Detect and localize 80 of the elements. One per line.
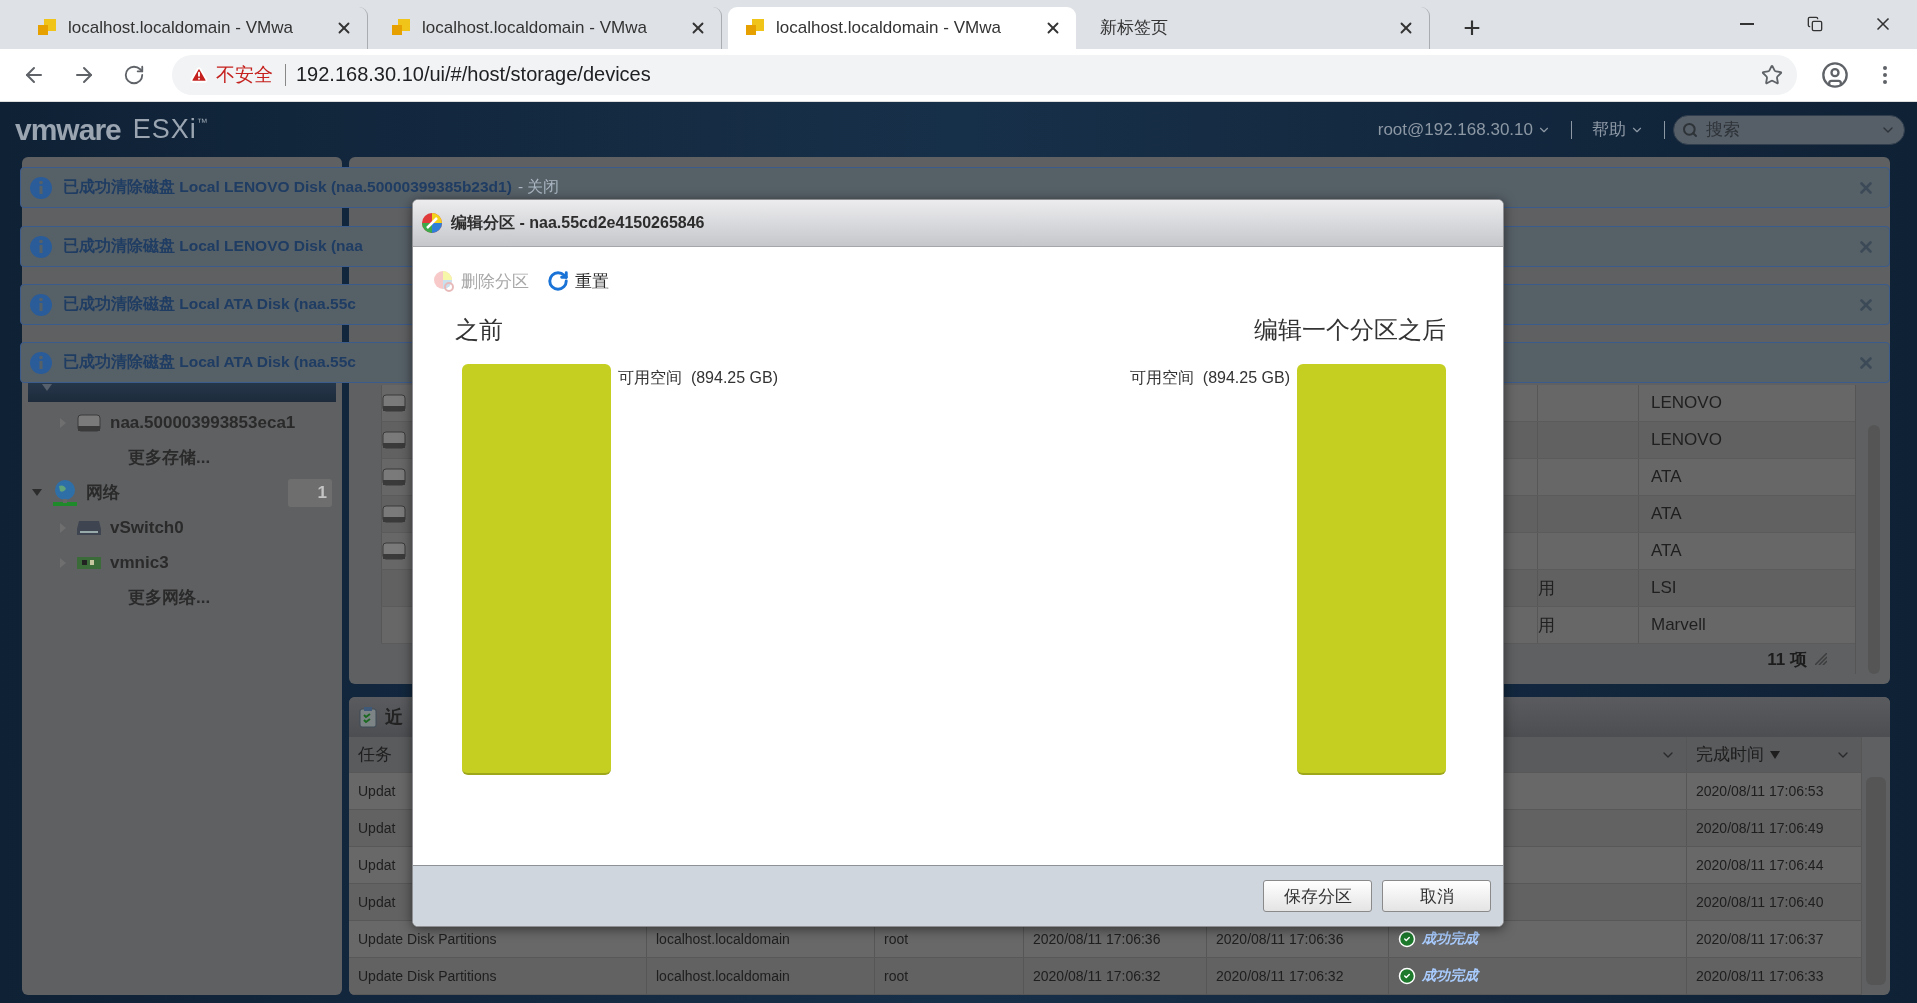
cancel-button[interactable]: 取消 — [1382, 880, 1491, 912]
bookmark-star-icon[interactable] — [1761, 63, 1783, 86]
table-cell: localhost.localdomain — [656, 931, 790, 947]
info-icon — [29, 292, 53, 317]
table-cell: 2020/08/11 17:06:32 — [1033, 968, 1161, 984]
table-cell: ATA — [1638, 496, 1855, 532]
reload-icon — [123, 63, 145, 86]
item-count: 11 项 — [1767, 648, 1807, 671]
close-link[interactable]: - 关闭 — [517, 178, 560, 195]
partition-label: 可用空间 (894.25 GB) — [618, 368, 779, 388]
favicon-icon — [746, 18, 764, 37]
table-cell: 2020/08/11 17:06:33 — [1696, 968, 1824, 984]
table-cell-text: 用 — [1538, 614, 1555, 637]
resize-grip-icon[interactable] — [1815, 653, 1827, 665]
user-icon — [1821, 60, 1849, 89]
table-cell: LENOVO — [1638, 422, 1855, 458]
success-icon — [1398, 967, 1416, 985]
expander-icon[interactable] — [32, 489, 42, 496]
table-cell: localhost.localdomain — [656, 968, 790, 984]
table-cell: Update Disk Partitions — [358, 968, 497, 984]
table-cell: 2020/08/11 17:06:53 — [1696, 783, 1824, 799]
table-cell: Updat — [358, 857, 396, 873]
info-icon — [29, 350, 53, 375]
partition-label: 可用空间 (894.25 GB) — [1129, 368, 1290, 388]
user-menu[interactable]: root@192.168.30.10 — [1357, 120, 1572, 139]
table-cell: Update Disk Partitions — [358, 931, 497, 947]
url-text[interactable]: 192.168.30.10/ui/#/host/storage/devices — [296, 63, 1751, 87]
table-cell: 2020/08/11 17:06:36 — [1033, 931, 1161, 947]
table-cell: Updat — [358, 783, 396, 799]
table-cell: 2020/08/11 17:06:32 — [1216, 968, 1344, 984]
product-name: ESXi — [132, 114, 197, 145]
minimize-icon — [1740, 23, 1754, 26]
menu-icon — [1883, 65, 1887, 84]
switch-icon — [76, 519, 102, 536]
favicon-icon — [392, 18, 410, 37]
info-icon — [29, 175, 53, 200]
reset-button[interactable]: 重置 — [547, 269, 609, 293]
table-cell: 2020/08/11 17:06:37 — [1696, 931, 1824, 947]
help-menu[interactable]: 帮助 — [1572, 120, 1665, 139]
table-cell-text: 用 — [1538, 577, 1555, 600]
trademark: ™ — [196, 116, 208, 128]
count-badge: 1 — [288, 478, 332, 507]
browser-tab[interactable]: localhost.localdomain - VMwa — [728, 6, 1076, 49]
network-card-icon — [76, 554, 102, 571]
globe-icon — [52, 478, 78, 507]
address-bar[interactable]: 不安全 192.168.30.10/ui/#/host/storage/devices — [172, 54, 1797, 95]
search-icon — [1682, 121, 1698, 138]
clipboard-icon — [359, 706, 377, 728]
new-tab-button[interactable]: + — [1450, 6, 1494, 49]
table-cell: 2020/08/11 17:06:36 — [1216, 931, 1344, 947]
table-cell: Updat — [358, 820, 396, 836]
status-text: 成功完成 — [1422, 930, 1478, 948]
table-cell: 2020/08/11 17:06:40 — [1696, 894, 1824, 910]
table-cell: Marvell — [1638, 607, 1855, 643]
reset-icon — [547, 270, 569, 292]
logo: vmware — [15, 112, 121, 147]
table-cell: Updat — [358, 894, 396, 910]
restore-icon — [1807, 16, 1823, 33]
panel-title: 近 — [385, 706, 403, 729]
table-cell: ATA — [1638, 459, 1855, 495]
table-cell: LSI — [1638, 570, 1855, 606]
save-button[interactable]: 保存分区 — [1263, 880, 1372, 912]
partition-icon — [421, 212, 443, 234]
favicon-icon — [38, 18, 56, 37]
status-text: 成功完成 — [1422, 967, 1478, 985]
table-cell: LENOVO — [1638, 385, 1855, 421]
warning-icon — [190, 65, 208, 84]
success-icon — [1398, 930, 1416, 948]
table-cell: root — [884, 931, 909, 947]
pie-chart-icon — [433, 270, 455, 292]
table-cell: 2020/08/11 17:06:49 — [1696, 820, 1824, 836]
table-cell: 2020/08/11 17:06:44 — [1696, 857, 1824, 873]
section-heading: 编辑一个分区之后 — [1254, 315, 1446, 345]
info-icon — [29, 234, 53, 259]
table-cell: ATA — [1638, 533, 1855, 569]
security-chip[interactable]: 不安全 — [190, 63, 286, 86]
table-cell: root — [884, 968, 909, 984]
section-heading: 之前 — [455, 315, 503, 345]
sort-icon[interactable] — [1770, 750, 1780, 759]
dialog-title: 编辑分区 - naa.55cd2e4150265846 — [451, 212, 705, 233]
